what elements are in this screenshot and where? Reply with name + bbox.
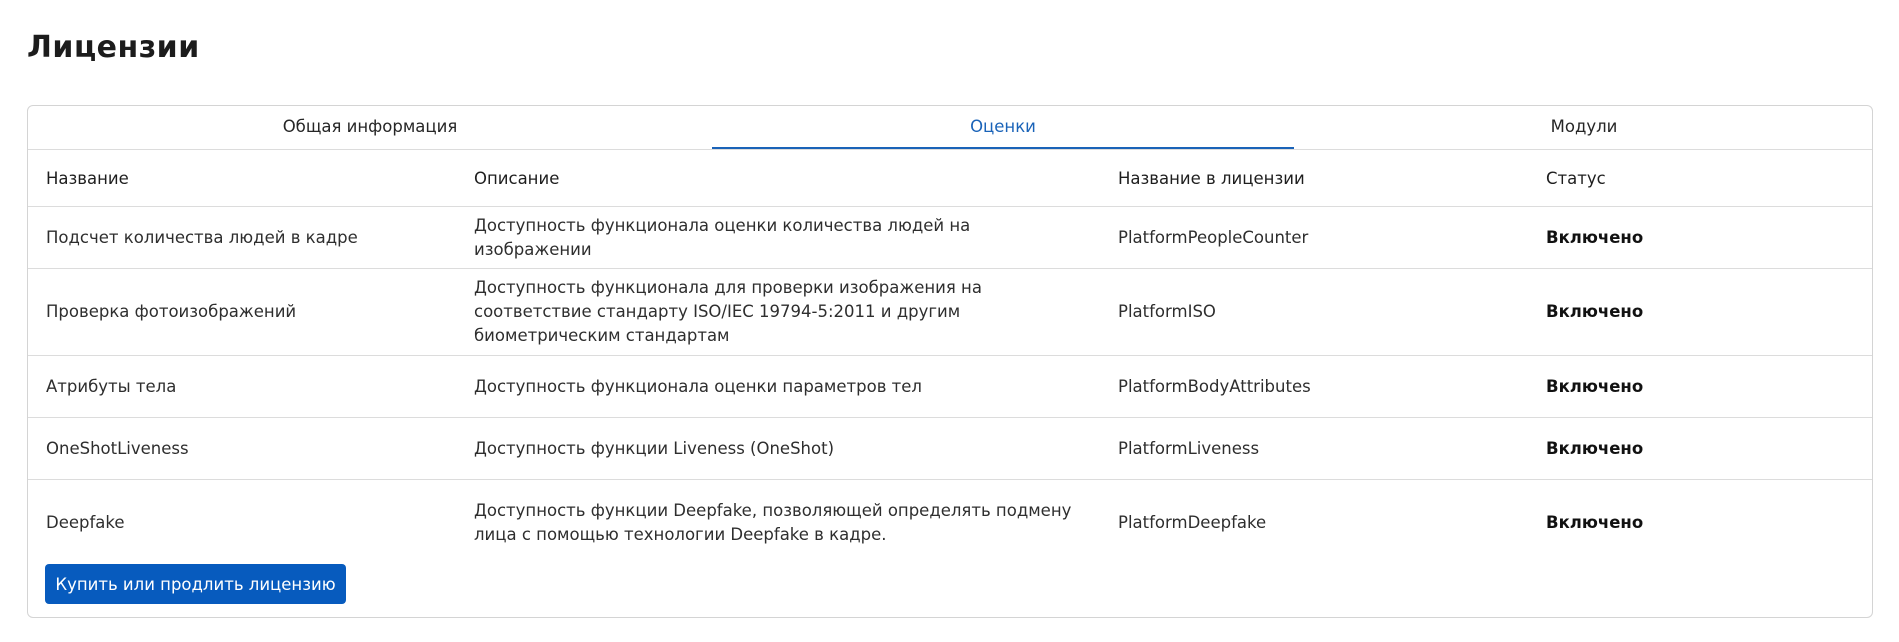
table-row: Проверка фотоизображений Доступность фун…	[28, 268, 1872, 356]
status-value: Включено	[1546, 513, 1644, 532]
cell-name: Deepfake	[46, 513, 125, 532]
cell-name: OneShotLiveness	[28, 417, 456, 480]
cell-license-name: PlatformPeopleCounter	[1100, 206, 1528, 269]
status-value: Включено	[1528, 355, 1872, 418]
licenses-card: Общая информация Оценки Модули Название …	[27, 105, 1873, 618]
cell-license-name: PlatformBodyAttributes	[1100, 355, 1528, 418]
table-row: Атрибуты тела Доступность функционала оц…	[28, 355, 1872, 418]
tab-general-info[interactable]: Общая информация	[28, 106, 712, 148]
cell-description: Доступность функции Liveness (OneShot)	[456, 417, 1100, 480]
evaluations-table: Название Описание Название в лицензии Ст…	[28, 150, 1872, 566]
column-header-description: Описание	[456, 150, 1100, 207]
tab-evaluations[interactable]: Оценки	[712, 106, 1294, 149]
tab-bar: Общая информация Оценки Модули	[28, 106, 1872, 150]
column-header-status: Статус	[1528, 150, 1872, 207]
cell-license-name: PlatformLiveness	[1100, 417, 1528, 480]
tab-modules[interactable]: Модули	[1294, 106, 1872, 148]
cell-description: Доступность функционала оценки количеств…	[456, 206, 1100, 269]
table-row: OneShotLiveness Доступность функции Live…	[28, 417, 1872, 480]
column-header-license-name: Название в лицензии	[1100, 150, 1528, 207]
cell-name: Атрибуты тела	[28, 355, 456, 418]
cell-name: Подсчет количества людей в кадре	[28, 206, 456, 269]
buy-license-button[interactable]: Купить или продлить лицензию	[45, 564, 346, 604]
cell-description: Доступность функционала для проверки изо…	[456, 268, 1100, 356]
cell-name: Проверка фотоизображений	[28, 268, 456, 356]
cell-license-name: PlatformDeepfake	[1118, 513, 1267, 532]
status-value: Включено	[1528, 268, 1872, 356]
status-value: Включено	[1528, 417, 1872, 480]
table-header-row: Название Описание Название в лицензии Ст…	[28, 150, 1872, 207]
cell-license-name: PlatformISO	[1100, 268, 1528, 356]
table-row: Deepfake Доступность функции Deepfake, п…	[28, 480, 1872, 567]
page-title: Лицензии	[27, 30, 200, 65]
table-row: Подсчет количества людей в кадре Доступн…	[28, 206, 1872, 269]
cell-description: Доступность функционала оценки параметро…	[456, 355, 1100, 418]
cell-description: Доступность функции Deepfake, позволяюще…	[474, 501, 1072, 544]
status-value: Включено	[1528, 206, 1872, 269]
column-header-name: Название	[28, 150, 456, 207]
